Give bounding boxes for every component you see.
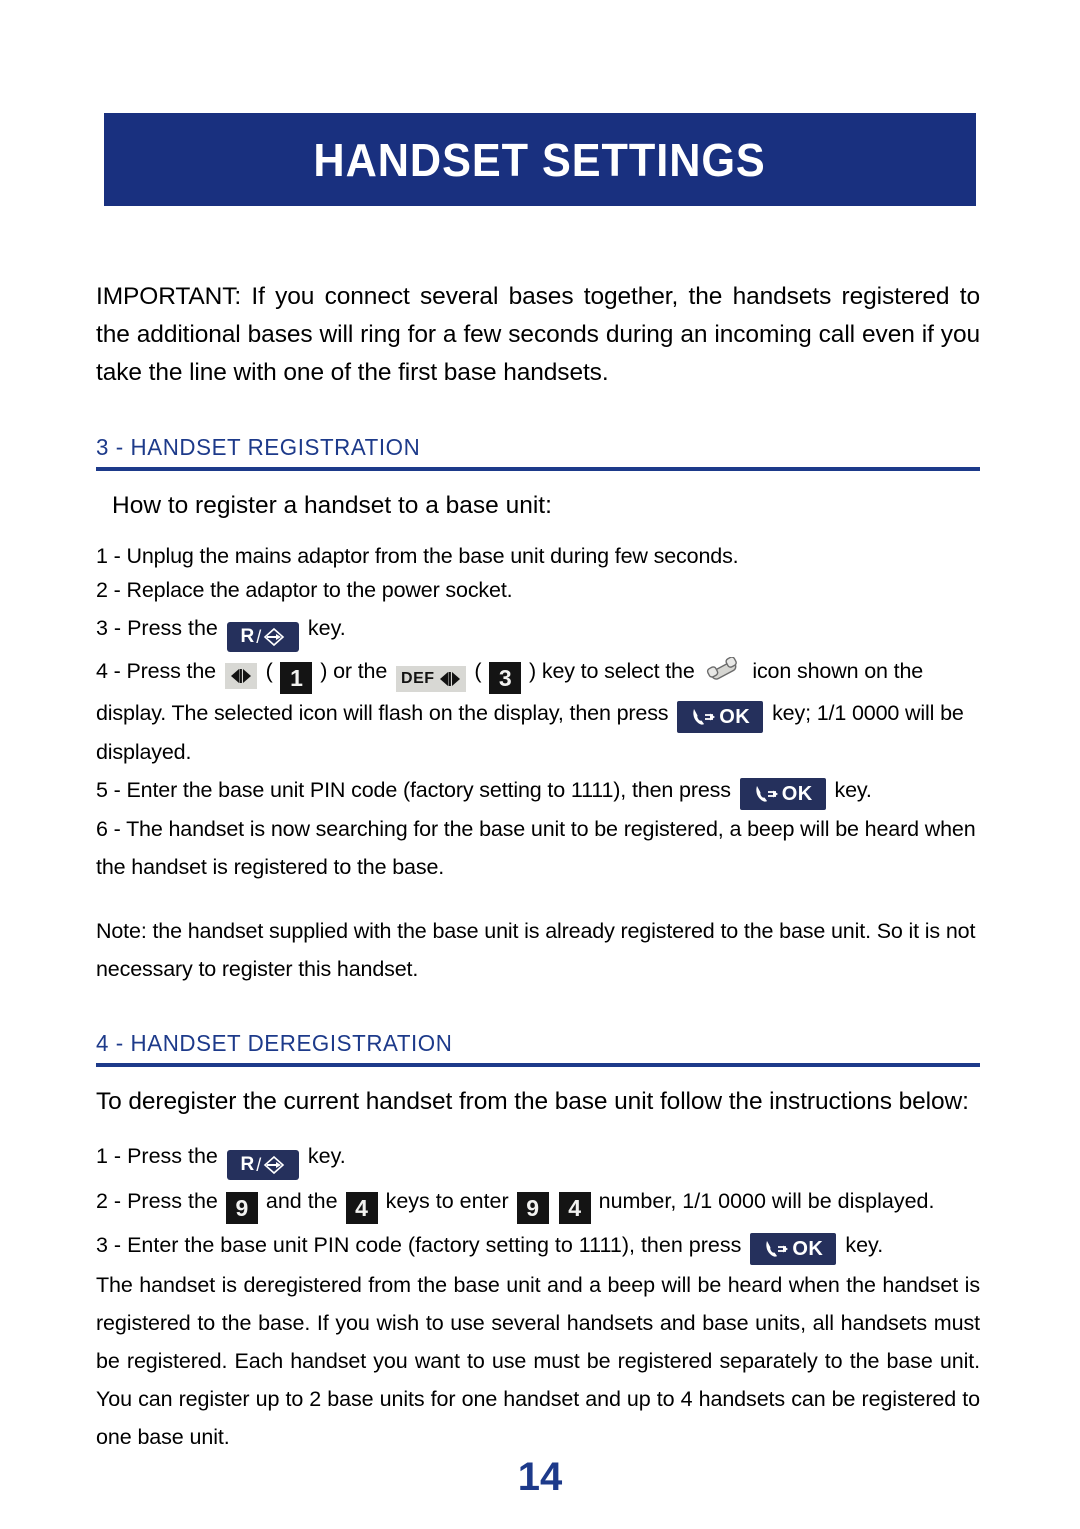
keypad-key-3-label: 3: [498, 664, 512, 691]
keypad-key-9-label: 9: [235, 1194, 249, 1221]
phone-ok-key-icon[interactable]: OK: [739, 778, 826, 810]
deregistration-step-2-b: and the: [265, 1188, 338, 1213]
keypad-key-1-label: 1: [290, 664, 303, 691]
keypad-key-9-label: 9: [526, 1194, 540, 1221]
r-flash-key-icon[interactable]: R /: [226, 1149, 299, 1180]
deregistration-step-1: 1 - Press the R / key.: [96, 1135, 980, 1180]
registration-step-5: 5 - Enter the base unit PIN code (factor…: [96, 771, 980, 810]
keypad-key-4-label: 4: [568, 1194, 582, 1221]
keypad-key-3-icon[interactable]: 3: [489, 662, 522, 694]
section-rule-deregistration: [96, 1063, 980, 1067]
registration-step-2: 2 - Replace the adaptor to the power soc…: [96, 578, 513, 602]
deregistration-step-3-suffix: key.: [845, 1233, 884, 1257]
registration-step-3-suffix: key.: [307, 616, 346, 640]
skip-glyph-icon: [439, 671, 460, 686]
keypad-key-4-icon[interactable]: 4: [345, 1192, 378, 1224]
section-heading-registration: 3 - HANDSET REGISTRATION: [96, 434, 421, 460]
cordless-handset-glyph-icon: [706, 656, 737, 680]
registration-step-4-line-1: 4 - Press the ( 1 ) or the DEF (3) key…: [96, 652, 980, 694]
arrow-right-diamond-icon: [264, 1155, 285, 1174]
deregistration-step-1-suffix: key.: [307, 1144, 346, 1168]
keypad-key-4-label: 4: [355, 1194, 368, 1221]
deregistration-step-2: 2 - Press the 9 and the 4 keys to enter …: [96, 1180, 980, 1224]
registration-subheading: How to register a handset to a base unit…: [112, 492, 552, 519]
registration-step-4-a: 4 - Press the: [96, 658, 216, 683]
page-number: 14: [517, 1455, 563, 1499]
registration-step-4-g: display. The selected icon will flash on…: [96, 701, 669, 725]
ok-key-label: OK: [792, 1238, 824, 1260]
deregistration-step-2-c: keys to enter: [385, 1188, 509, 1213]
deregistration-step-2-d: number, 1/1 0000 will be displayed.: [598, 1188, 935, 1213]
phone-arrow-glyph-icon: [693, 709, 716, 725]
deregistration-step-1-prefix: 1 - Press the: [96, 1144, 218, 1168]
skip-backward-key-icon[interactable]: [224, 662, 257, 689]
phone-arrow-glyph-icon: [766, 1241, 789, 1257]
ok-key-label: OK: [781, 783, 813, 805]
registration-step-4-d: (: [474, 658, 482, 683]
registration-step-5-suffix: key.: [834, 778, 872, 802]
phone-arrow-glyph-icon: [756, 786, 778, 802]
r-key-slash: /: [256, 626, 262, 647]
registration-note: Note: the handset supplied with the base…: [96, 919, 976, 981]
section-heading-deregistration: 4 - HANDSET DEREGISTRATION: [96, 1030, 453, 1056]
registration-step-3: 3 - Press the R / key.: [96, 607, 980, 652]
r-key-letter: R: [240, 1154, 255, 1175]
deregistration-closing-paragraph: The handset is deregistered from the bas…: [96, 1273, 980, 1449]
ok-key-label: OK: [719, 706, 751, 728]
page-banner: HANDSET SETTINGS: [104, 113, 976, 206]
section-rule-registration: [96, 467, 980, 471]
registration-step-3-prefix: 3 - Press the: [96, 616, 218, 640]
deregistration-intro: To deregister the current handset from t…: [96, 1088, 969, 1115]
r-flash-key-icon[interactable]: R /: [226, 621, 299, 652]
keypad-key-1-icon[interactable]: 1: [280, 662, 313, 694]
r-key-letter: R: [240, 626, 255, 647]
skip-glyph-icon: [230, 668, 251, 683]
keypad-key-9-icon[interactable]: 9: [516, 1192, 549, 1224]
registration-step-4-f: icon shown on the: [752, 658, 924, 683]
arrow-right-diamond-icon: [264, 627, 285, 646]
keypad-key-9-icon[interactable]: 9: [225, 1192, 258, 1224]
phone-ok-key-icon[interactable]: OK: [677, 701, 764, 733]
registration-step-6: 6 - The handset is now searching for the…: [96, 817, 976, 879]
page-title: HANDSET SETTINGS: [313, 133, 767, 186]
registration-step-1: 1 - Unplug the mains adaptor from the ba…: [96, 544, 739, 568]
registration-step-4-line-2: display. The selected icon will flash on…: [96, 694, 980, 771]
def-key-label: DEF: [401, 669, 435, 687]
registration-step-4-b: (: [265, 658, 273, 683]
page-content: IMPORTANT: If you connect several bases …: [96, 278, 980, 1456]
registration-step-5-prefix: 5 - Enter the base unit PIN code (factor…: [96, 778, 731, 802]
def-skip-key-icon[interactable]: DEF: [396, 665, 466, 692]
deregistration-step-3: 3 - Enter the base unit PIN code (factor…: [96, 1224, 980, 1266]
registration-step-4-c: ) or the: [320, 658, 388, 683]
important-paragraph: IMPORTANT: If you connect several bases …: [96, 283, 980, 386]
keypad-key-4-icon[interactable]: 4: [558, 1192, 591, 1224]
phone-ok-key-icon[interactable]: OK: [750, 1233, 837, 1265]
registration-step-4-e: ) key to select the: [529, 658, 695, 683]
r-key-slash: /: [256, 1154, 262, 1175]
handset-display-icon: [706, 656, 742, 686]
deregistration-step-3-prefix: 3 - Enter the base unit PIN code (factor…: [96, 1233, 742, 1257]
manual-page: HANDSET SETTINGS IMPORTANT: If you conne…: [0, 0, 1080, 1529]
deregistration-step-2-a: 2 - Press the: [96, 1188, 218, 1213]
